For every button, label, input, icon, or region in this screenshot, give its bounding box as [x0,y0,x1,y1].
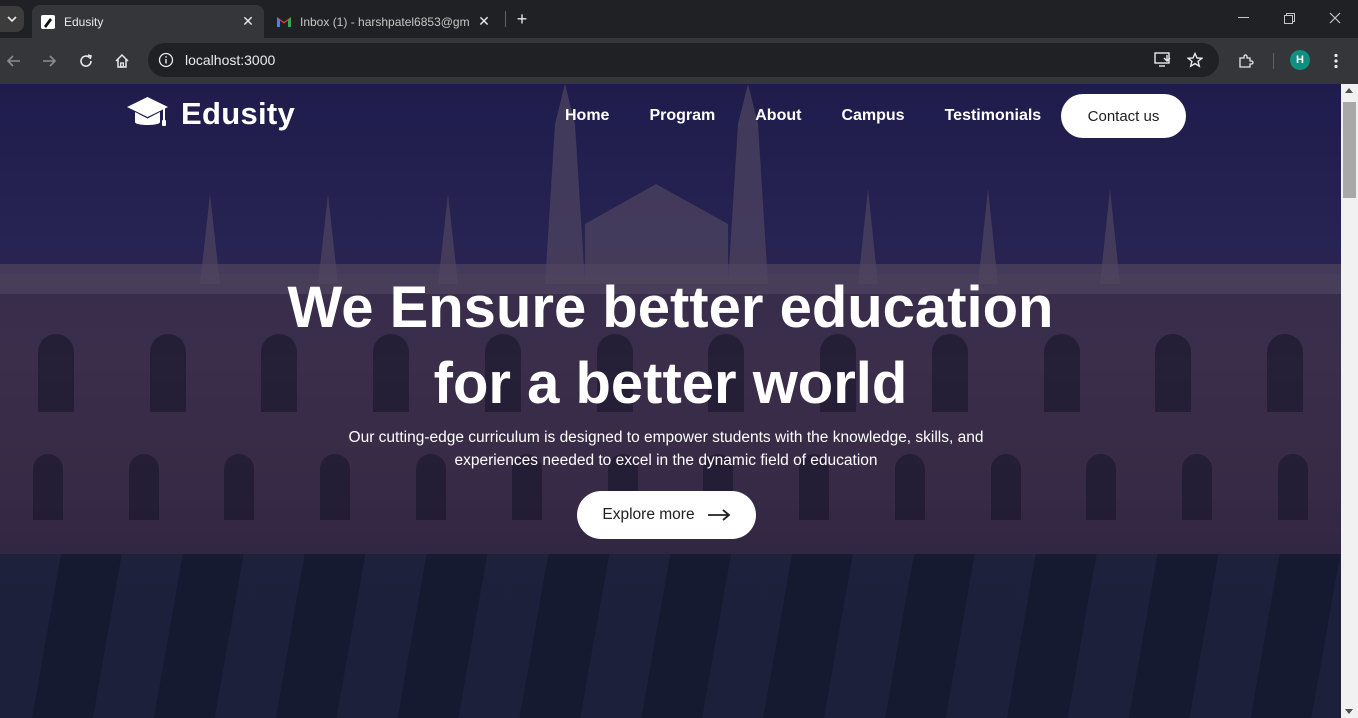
menu-button[interactable] [1322,47,1350,75]
kebab-menu-icon [1334,53,1338,69]
address-text: localhost:3000 [185,52,276,68]
scroll-down-arrow-icon[interactable] [1345,709,1353,714]
new-tab-button[interactable]: + [510,7,534,31]
nav-campus[interactable]: Campus [841,107,904,125]
minimize-icon [1237,17,1249,18]
home-icon [115,53,129,68]
reload-button[interactable] [72,47,100,75]
tab-strip: Edusity ✕ Inbox (1) - harshpatel6853@gm … [0,0,1358,38]
profile-avatar[interactable]: H [1290,50,1310,70]
tab-title: Inbox (1) - harshpatel6853@gm [300,14,470,29]
arrow-left-icon [6,55,20,67]
close-tab-icon[interactable]: ✕ [474,12,494,32]
page-viewport: Edusity Home Program About Campus Testim… [0,84,1341,718]
close-window-button[interactable] [1312,0,1358,36]
tab-separator [505,11,506,27]
close-tab-icon[interactable]: ✕ [238,12,258,32]
tab-edusity[interactable]: Edusity ✕ [32,5,264,38]
tab-gmail[interactable]: Inbox (1) - harshpatel6853@gm ✕ [268,5,500,38]
nav-home[interactable]: Home [565,107,609,125]
nav-testimonials[interactable]: Testimonials [945,107,1042,125]
bookmark-star-icon[interactable] [1183,48,1207,72]
puzzle-icon [1239,54,1254,68]
scroll-up-arrow-icon[interactable] [1345,88,1353,93]
hero-title-line2: for a better world [433,351,908,416]
address-bar[interactable]: localhost:3000 [148,43,1219,77]
extensions-button[interactable] [1232,47,1260,75]
graduation-cap-icon [127,97,168,126]
site-info-icon[interactable] [154,48,178,72]
arrow-right-icon [43,55,57,67]
minimize-button[interactable] [1220,0,1266,36]
contact-us-button[interactable]: Contact us [1061,94,1186,138]
logo-text: Edusity [181,96,296,131]
hero-title-line1: We Ensure better education [287,275,1054,340]
scroll-thumb[interactable] [1343,102,1356,198]
hero-subtitle: Our cutting-edge curriculum is designed … [348,429,984,469]
close-icon [1329,12,1341,24]
home-button[interactable] [108,47,136,75]
explore-more-label: Explore more [602,506,695,523]
hero-title: We Ensure better education for a better … [0,270,1341,422]
hero-lawn-image [0,554,1341,718]
forward-button[interactable] [35,47,63,75]
pencil-icon [40,14,56,30]
install-app-icon[interactable] [1151,48,1175,72]
page-scrollbar[interactable] [1341,84,1358,718]
site-navbar: Edusity Home Program About Campus Testim… [0,84,1341,148]
arrow-right-icon [707,509,731,521]
back-button[interactable] [0,47,28,75]
restore-icon [1283,12,1295,24]
reload-icon [80,54,93,67]
nav-menu: Home Program About Campus Testimonials [565,107,1081,125]
restore-button[interactable] [1266,0,1312,36]
nav-about[interactable]: About [755,107,801,125]
site-logo[interactable]: Edusity [126,96,295,132]
browser-toolbar: localhost:3000 H [0,38,1358,84]
gmail-icon [276,14,292,30]
nav-program[interactable]: Program [649,107,715,125]
toolbar-separator [1273,53,1274,69]
explore-more-button[interactable]: Explore more [577,491,756,539]
tab-title: Edusity [64,14,104,29]
chevron-down-icon [7,16,17,23]
tab-search-button[interactable] [0,6,24,32]
